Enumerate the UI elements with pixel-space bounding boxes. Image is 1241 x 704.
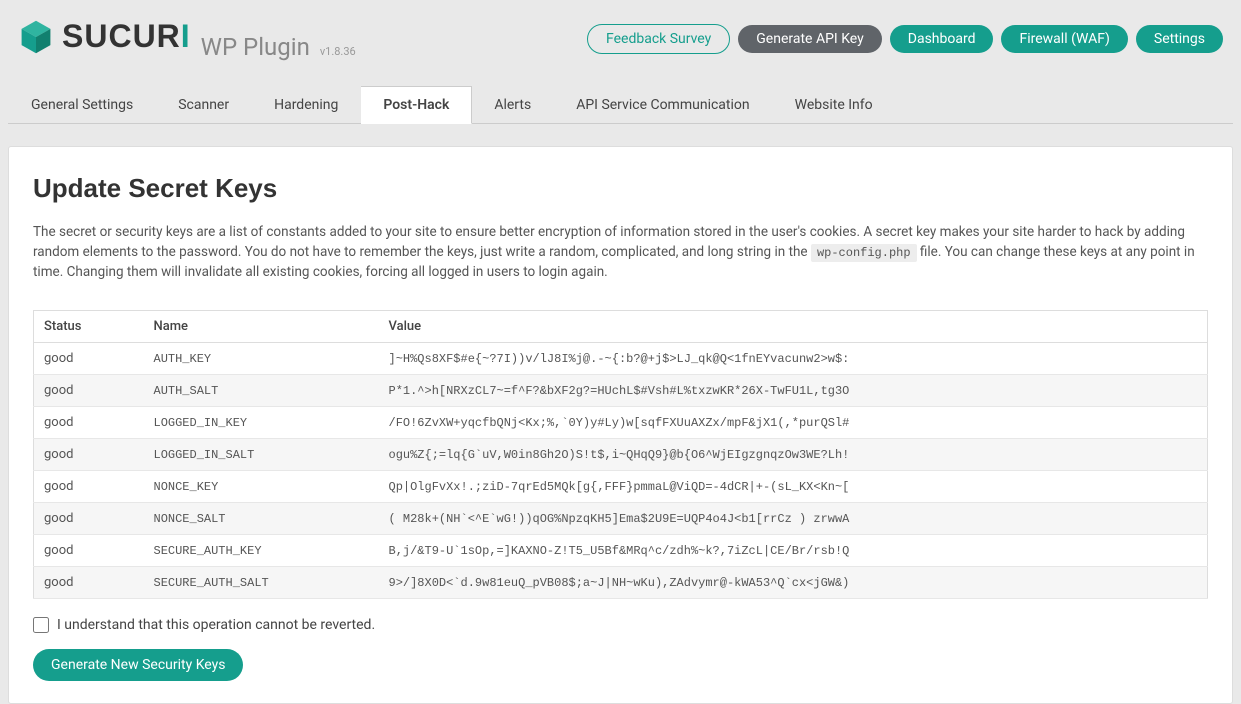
confirm-checkbox[interactable]	[33, 617, 49, 633]
plugin-title: WP Plugin	[201, 33, 310, 61]
status-cell: good	[34, 407, 144, 439]
tab-hardening[interactable]: Hardening	[252, 86, 361, 124]
value-cell: ]~H%Qs8XF$#e{~?7I))v/lJ8I%j@.-~{:b?@+j$>…	[379, 343, 1208, 375]
value-cell: ( M28k+(NH`<^E`wG!))qOG%NpzqKH5]Ema$2U9E…	[379, 503, 1208, 535]
table-row: goodAUTH_KEY]~H%Qs8XF$#e{~?7I))v/lJ8I%j@…	[34, 343, 1208, 375]
table-row: goodLOGGED_IN_SALTogu%Z{;=lq{G`uV,W0in8G…	[34, 439, 1208, 471]
logo-cube-icon	[18, 19, 54, 55]
status-cell: good	[34, 439, 144, 471]
settings-button[interactable]: Settings	[1136, 25, 1223, 53]
name-cell: NONCE_KEY	[144, 471, 379, 503]
tab-website-info[interactable]: Website Info	[773, 86, 896, 124]
logo: SUCURI	[18, 18, 191, 55]
firewall-button[interactable]: Firewall (WAF)	[1001, 25, 1127, 53]
feedback-survey-button[interactable]: Feedback Survey	[587, 24, 730, 54]
name-cell: AUTH_KEY	[144, 343, 379, 375]
name-cell: SECURE_AUTH_KEY	[144, 535, 379, 567]
logo-text: SUCURI	[62, 18, 191, 55]
name-cell: LOGGED_IN_KEY	[144, 407, 379, 439]
name-cell: SECURE_AUTH_SALT	[144, 567, 379, 599]
col-value: Value	[379, 311, 1208, 343]
status-cell: good	[34, 343, 144, 375]
value-cell: /FO!6ZvXW+yqcfbQNj<Kx;%,`0Y)y#Ly)w[sqfFX…	[379, 407, 1208, 439]
status-cell: good	[34, 503, 144, 535]
panel-title: Update Secret Keys	[33, 173, 1208, 204]
tab-api-service-communication[interactable]: API Service Communication	[554, 86, 772, 124]
status-cell: good	[34, 567, 144, 599]
confirm-row: I understand that this operation cannot …	[33, 617, 1208, 633]
table-row: goodSECURE_AUTH_KEYB,j/&T9-U`1sOp,=]KAXN…	[34, 535, 1208, 567]
panel-description: The secret or security keys are a list o…	[33, 222, 1208, 283]
tabs: General Settings Scanner Hardening Post-…	[8, 85, 1233, 124]
col-name: Name	[144, 311, 379, 343]
value-cell: Qp|OlgFvXx!.;ziD-7qrEd5MQk[g{,FFF}pmmaL@…	[379, 471, 1208, 503]
col-status: Status	[34, 311, 144, 343]
tab-post-hack[interactable]: Post-Hack	[361, 86, 472, 124]
value-cell: B,j/&T9-U`1sOp,=]KAXNO-Z!T5_U5Bf&MRq^c/z…	[379, 535, 1208, 567]
table-row: goodNONCE_SALT( M28k+(NH`<^E`wG!))qOG%Np…	[34, 503, 1208, 535]
status-cell: good	[34, 471, 144, 503]
value-cell: 9>/]8X0D<`d.9w81euQ_pVB08$;a~J|NH~wKu),Z…	[379, 567, 1208, 599]
table-row: goodAUTH_SALTP*1.^>h[NRXzCL7~=f^F?&bXF2g…	[34, 375, 1208, 407]
table-row: goodNONCE_KEYQp|OlgFvXx!.;ziD-7qrEd5MQk[…	[34, 471, 1208, 503]
tab-alerts[interactable]: Alerts	[472, 86, 554, 124]
name-cell: AUTH_SALT	[144, 375, 379, 407]
tab-general-settings[interactable]: General Settings	[8, 86, 156, 124]
generate-api-key-button[interactable]: Generate API Key	[738, 25, 882, 53]
generate-new-security-keys-button[interactable]: Generate New Security Keys	[33, 649, 243, 681]
brand: SUCURI WP Plugin v1.8.36	[18, 18, 356, 61]
value-cell: ogu%Z{;=lq{G`uV,W0in8Gh2O)S!t$,i~QHqQ9}@…	[379, 439, 1208, 471]
plugin-version: v1.8.36	[320, 45, 356, 58]
name-cell: NONCE_SALT	[144, 503, 379, 535]
status-cell: good	[34, 375, 144, 407]
wp-config-code: wp-config.php	[811, 244, 917, 262]
table-row: goodLOGGED_IN_KEY/FO!6ZvXW+yqcfbQNj<Kx;%…	[34, 407, 1208, 439]
panel-update-secret-keys: Update Secret Keys The secret or securit…	[8, 146, 1233, 704]
header-buttons: Feedback Survey Generate API Key Dashboa…	[587, 24, 1223, 54]
tab-scanner[interactable]: Scanner	[156, 86, 252, 124]
name-cell: LOGGED_IN_SALT	[144, 439, 379, 471]
confirm-label: I understand that this operation cannot …	[57, 617, 375, 633]
status-cell: good	[34, 535, 144, 567]
value-cell: P*1.^>h[NRXzCL7~=f^F?&bXF2g?=HUchL$#Vsh#…	[379, 375, 1208, 407]
dashboard-button[interactable]: Dashboard	[890, 25, 994, 53]
secret-keys-table: Status Name Value goodAUTH_KEY]~H%Qs8XF$…	[33, 310, 1208, 599]
table-row: goodSECURE_AUTH_SALT9>/]8X0D<`d.9w81euQ_…	[34, 567, 1208, 599]
